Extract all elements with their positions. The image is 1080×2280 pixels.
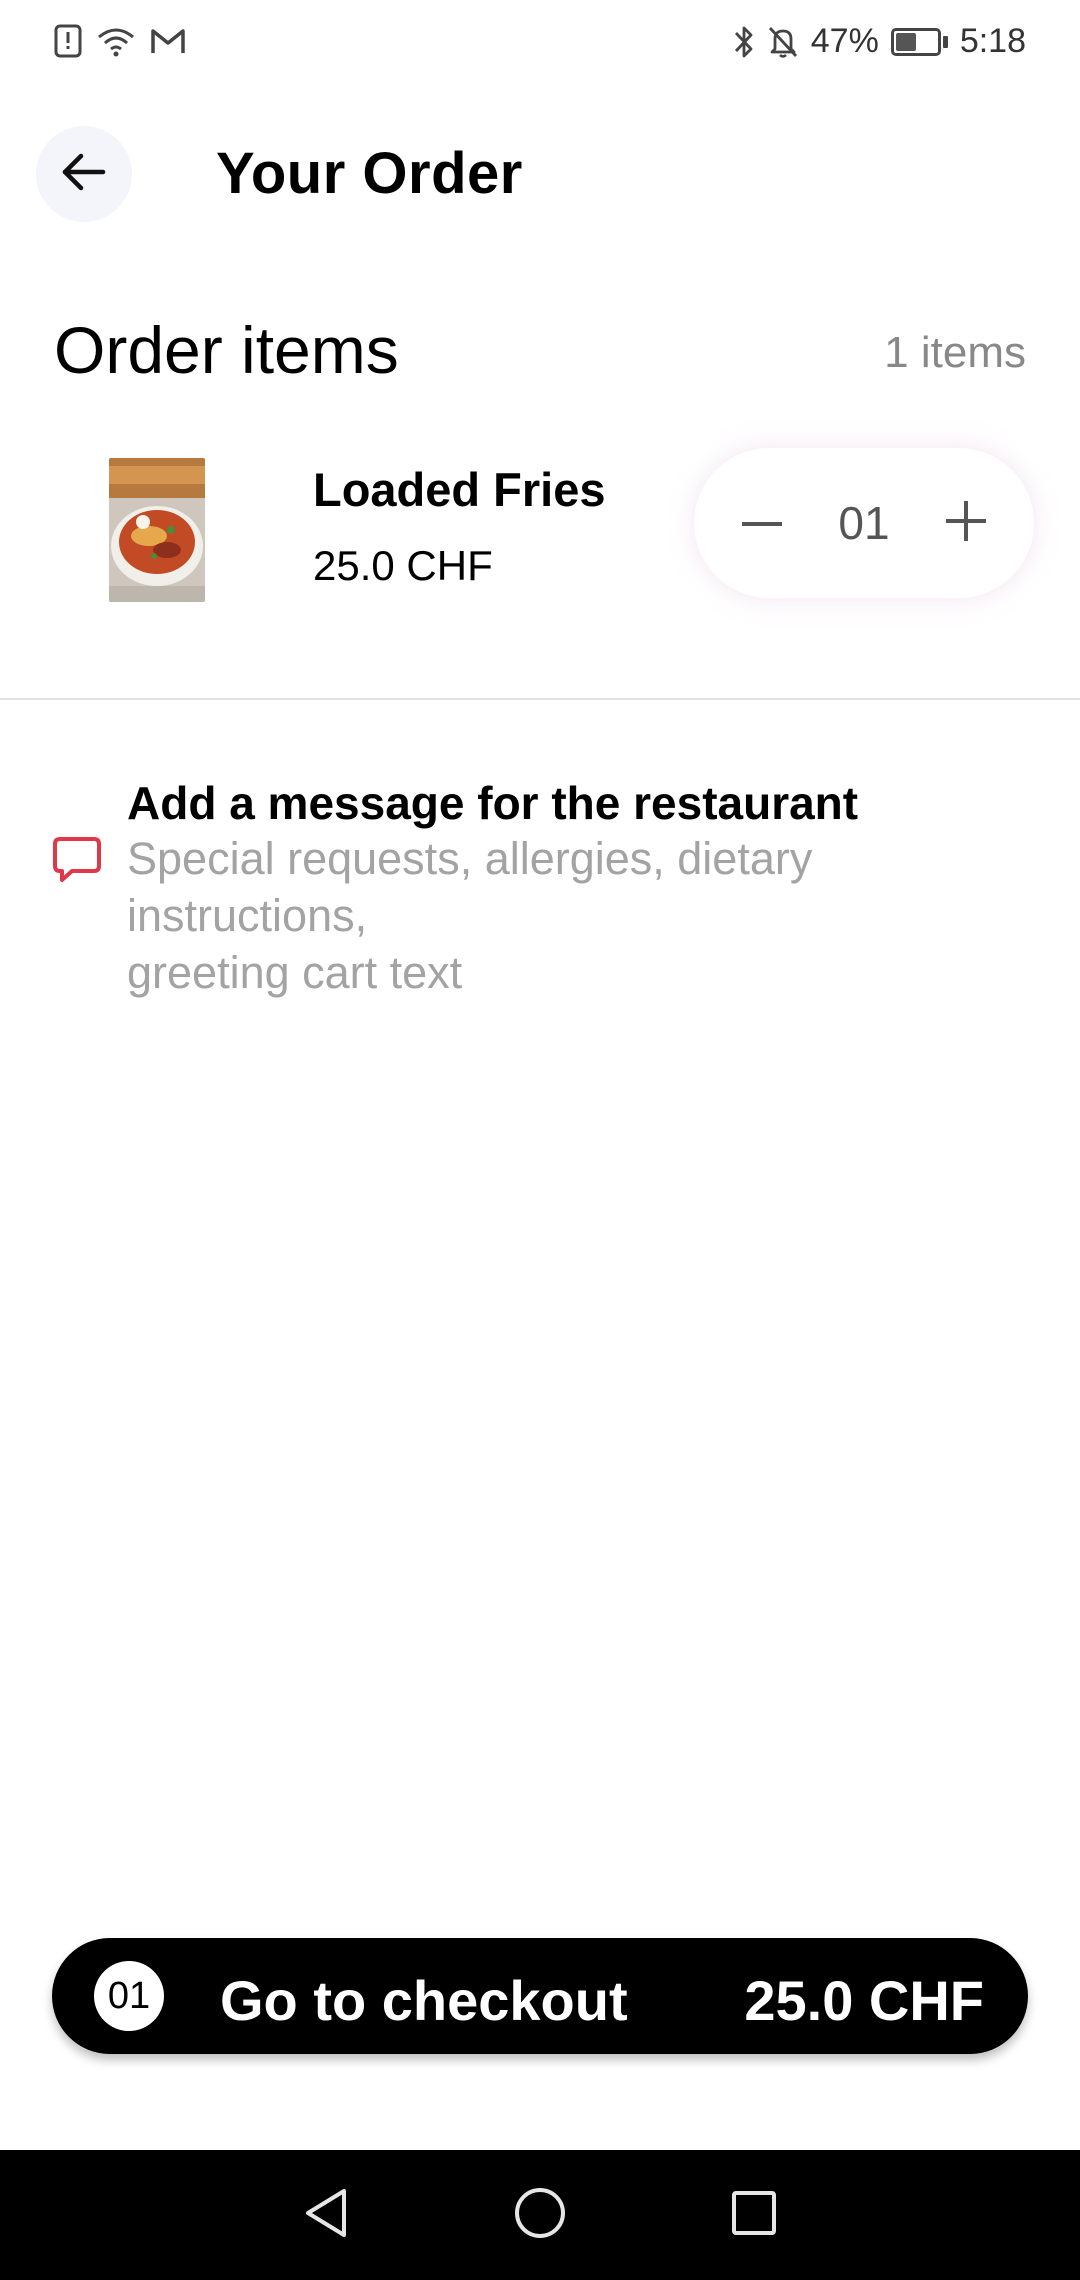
- bluetooth-icon: [733, 24, 755, 60]
- message-input[interactable]: Special requests, allergies, dietary ins…: [127, 830, 1007, 1001]
- arrow-left-icon: [61, 152, 107, 197]
- checkout-button[interactable]: 01 Go to checkout 25.0 CHF: [52, 1938, 1028, 2054]
- home-circle-icon: [513, 2186, 567, 2245]
- mute-icon: [767, 25, 799, 59]
- chat-bubble-icon[interactable]: [52, 836, 102, 889]
- message-title[interactable]: Add a message for the restaurant: [127, 776, 858, 830]
- item-count: 1 items: [884, 328, 1026, 377]
- battery-percent: 47%: [810, 22, 879, 60]
- minus-icon: [742, 514, 782, 532]
- order-screen: 47% 5:18 Your Order Order items 1 items: [0, 0, 1080, 2280]
- clock: 5:18: [959, 22, 1026, 60]
- system-nav-bar: [0, 2150, 1080, 2280]
- divider: [0, 698, 1080, 700]
- message-placeholder-line-2: instructions,: [127, 890, 368, 941]
- nav-home-button[interactable]: [508, 2183, 572, 2247]
- status-right: 47% 5:18: [733, 22, 1026, 61]
- alert-icon: [54, 24, 82, 58]
- increase-quantity-button[interactable]: [934, 491, 998, 555]
- quantity-value: 01: [838, 497, 890, 549]
- checkout-total: 25.0 CHF: [744, 1969, 984, 2032]
- back-triangle-icon: [302, 2187, 350, 2244]
- nav-recents-button[interactable]: [722, 2183, 786, 2247]
- back-button[interactable]: [36, 126, 132, 222]
- battery-icon: [890, 27, 948, 56]
- nav-back-button[interactable]: [294, 2183, 358, 2247]
- status-bar: 47% 5:18: [0, 0, 1080, 92]
- order-items-heading: Order items: [54, 313, 399, 387]
- gmail-icon: [150, 27, 186, 55]
- page-title: Your Order: [216, 141, 523, 206]
- item-price: 25.0 CHF: [313, 542, 493, 589]
- quantity-stepper: 01: [694, 448, 1034, 598]
- item-image: [109, 458, 205, 602]
- message-placeholder-line-3: greeting cart text: [127, 947, 463, 998]
- checkout-label: Go to checkout: [220, 1969, 628, 2032]
- plus-icon: [945, 500, 986, 546]
- checkout-item-count: 01: [94, 1961, 164, 2031]
- item-name: Loaded Fries: [313, 463, 606, 516]
- decrease-quantity-button[interactable]: [730, 491, 794, 555]
- message-placeholder-line-1: Special requests, allergies, dietary: [127, 833, 813, 884]
- status-left-icons: [54, 24, 186, 58]
- recents-square-icon: [730, 2189, 778, 2242]
- wifi-icon: [96, 25, 136, 57]
